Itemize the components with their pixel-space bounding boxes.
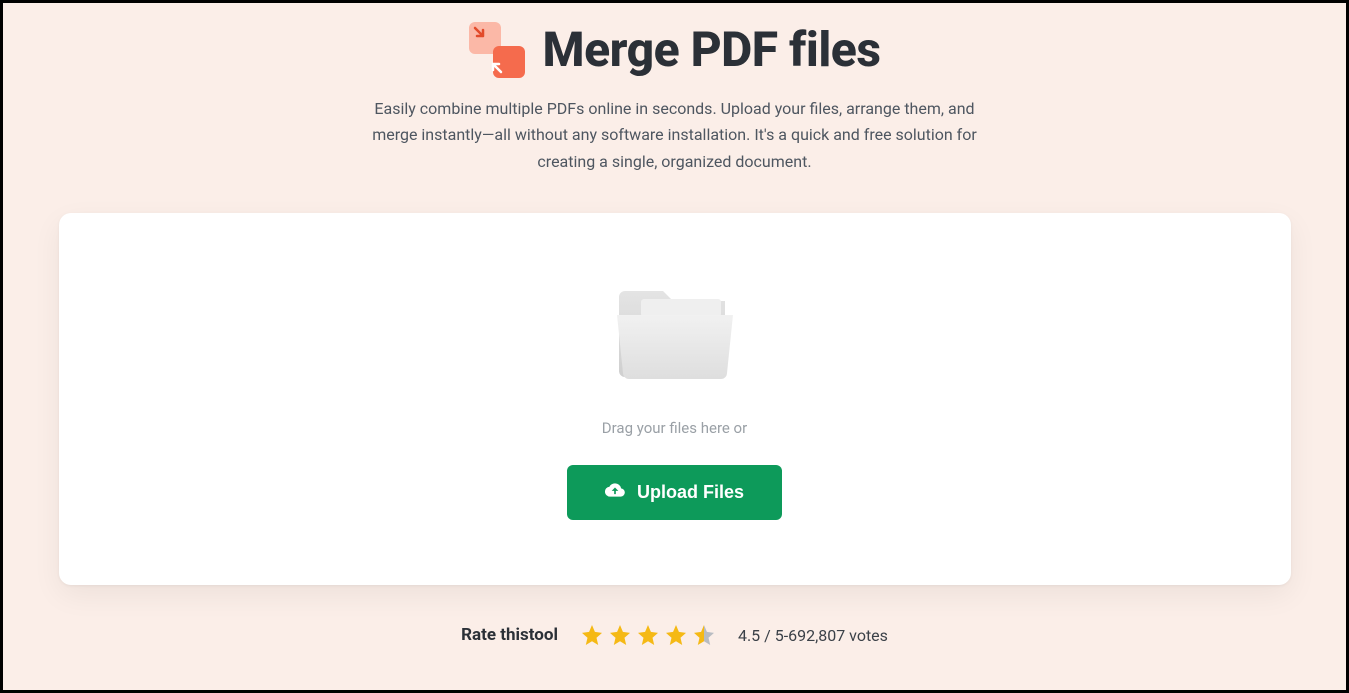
merge-icon — [469, 22, 525, 78]
star-icon[interactable] — [636, 623, 660, 647]
upload-files-button[interactable]: Upload Files — [567, 465, 782, 520]
drag-hint-text: Drag your files here or — [602, 419, 747, 437]
star-icon[interactable] — [664, 623, 688, 647]
star-half-icon[interactable] — [692, 623, 716, 647]
rating-section: Rate thistool 4.5 / 5-692,807 votes — [461, 623, 888, 647]
upload-button-label: Upload Files — [637, 482, 744, 503]
star-icon[interactable] — [608, 623, 632, 647]
cloud-upload-icon — [605, 480, 625, 505]
star-icon[interactable] — [580, 623, 604, 647]
page-title: Merge PDF files — [543, 21, 881, 78]
rating-label: Rate thistool — [461, 625, 558, 645]
rating-score-text: 4.5 / 5-692,807 votes — [738, 626, 888, 645]
folder-icon — [615, 279, 735, 389]
upload-card[interactable]: Drag your files here or Upload Files — [59, 213, 1291, 585]
rating-stars[interactable] — [580, 623, 716, 647]
page-subtitle: Easily combine multiple PDFs online in s… — [360, 96, 990, 175]
